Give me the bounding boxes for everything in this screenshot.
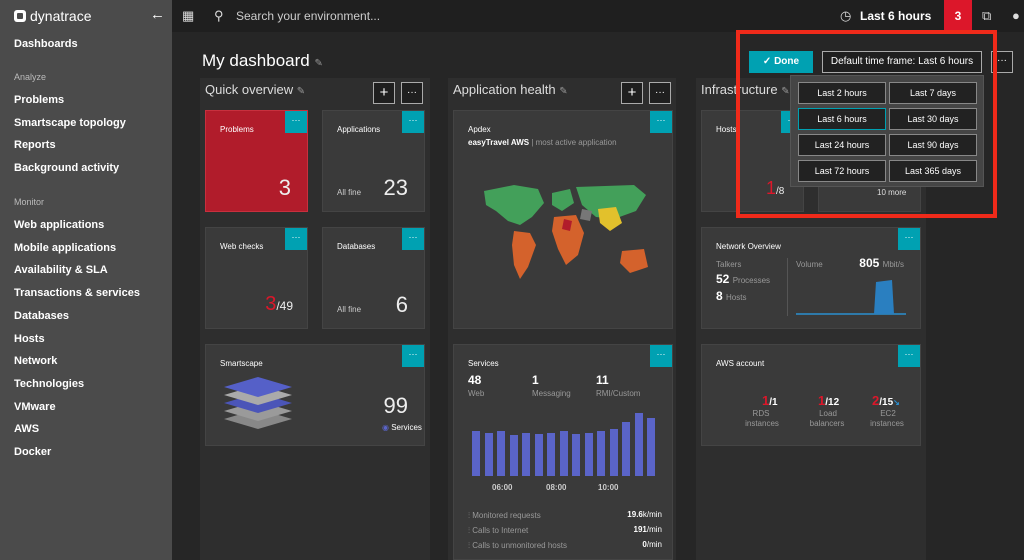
dynatrace-logo[interactable]: dynatrace [14, 8, 91, 24]
sidebar-item-availability[interactable]: Availability & SLA [14, 264, 108, 276]
clock-icon[interactable]: ◷ [840, 8, 851, 24]
services-bar [547, 433, 555, 476]
arrow-down-right-icon: ↘ [893, 398, 900, 407]
tile-menu-button[interactable]: ··· [285, 111, 307, 133]
search-input[interactable]: Search your environment... [236, 9, 380, 23]
sidebar-item-problems[interactable]: Problems [14, 94, 64, 106]
sidebar-section-monitor: Monitor [14, 197, 45, 207]
edit-pencil-icon[interactable]: ✎ [297, 86, 305, 97]
sidebar: dynatrace ← Dashboards Analyze Problems … [0, 0, 172, 560]
tile-menu-button[interactable]: ··· [650, 345, 672, 367]
problems-tile[interactable]: Problems ··· 3 [205, 110, 308, 212]
sidebar-item-dashboards[interactable]: Dashboards [14, 38, 78, 50]
collapse-arrow-icon[interactable]: ← [150, 6, 165, 23]
sidebar-item-mobile-applications[interactable]: Mobile applications [14, 242, 116, 254]
sidebar-item-web-applications[interactable]: Web applications [14, 219, 104, 231]
sidebar-item-background-activity[interactable]: Background activity [14, 162, 119, 174]
tile-menu-button[interactable]: ··· [650, 111, 672, 133]
column-title-application-health: Application health ✎ [453, 82, 568, 97]
add-tile-button[interactable]: + [373, 82, 395, 104]
tile-menu-button[interactable]: ··· [898, 345, 920, 367]
problems-badge[interactable]: 3 [944, 0, 972, 32]
tile-menu-button[interactable]: ··· [402, 111, 424, 133]
aws-tile[interactable]: AWS account ··· 1/1 RDS instances 1/12 L… [701, 344, 921, 446]
top-bar: ▦ ⚲ Search your environment... ◷ Last 6 … [172, 0, 1024, 32]
world-map [484, 185, 648, 279]
databases-tile[interactable]: Databases ··· All fine 6 [322, 227, 425, 329]
web-checks-tile[interactable]: Web checks ··· 3/49 [205, 227, 308, 329]
services-bar [559, 431, 568, 476]
dynatrace-logo-icon [14, 10, 26, 22]
smartscape-tile[interactable]: Smartscape ··· 99 ◉ Services [205, 344, 425, 446]
sidebar-section-analyze: Analyze [14, 72, 47, 82]
services-dot-icon: ◉ [382, 423, 389, 432]
highlight-annotation [736, 30, 997, 218]
divider [787, 258, 788, 316]
tile-menu-button[interactable]: ··· [402, 228, 424, 250]
services-bar [622, 422, 630, 476]
network-tile[interactable]: Network Overview ··· Talkers 52 Processe… [701, 227, 921, 329]
search-icon[interactable]: ⚲ [214, 8, 224, 24]
column-title-quick-overview: Quick overview ✎ [205, 82, 306, 97]
services-bar [609, 429, 618, 476]
sidebar-item-databases[interactable]: Databases [14, 310, 69, 322]
sidebar-item-transactions[interactable]: Transactions & services [14, 287, 140, 299]
services-bar [647, 418, 655, 476]
tile-menu-button[interactable]: ··· [402, 345, 424, 367]
sidebar-item-vmware[interactable]: VMware [14, 401, 56, 413]
sidebar-item-network[interactable]: Network [14, 355, 57, 367]
sidebar-item-smartscape[interactable]: Smartscape topology [14, 117, 126, 129]
sidebar-item-docker[interactable]: Docker [14, 446, 51, 458]
tile-menu-button[interactable]: ··· [285, 228, 307, 250]
applications-tile[interactable]: Applications ··· All fine 23 [322, 110, 425, 212]
edit-pencil-icon[interactable]: ✎ [314, 58, 322, 69]
smartscape-layers-icon [224, 377, 292, 429]
sidebar-item-hosts[interactable]: Hosts [14, 333, 45, 345]
services-bar [597, 431, 605, 476]
services-bar [472, 431, 480, 476]
windows-icon[interactable]: ⧉ [982, 8, 991, 24]
edit-pencil-icon[interactable]: ✎ [559, 86, 567, 97]
monitor-icon[interactable]: ▦ [182, 8, 194, 24]
services-bar [634, 413, 643, 476]
column-more-button[interactable]: ··· [401, 82, 423, 104]
sidebar-item-aws[interactable]: AWS [14, 423, 39, 435]
column-more-button[interactable]: ··· [649, 82, 671, 104]
sidebar-item-technologies[interactable]: Technologies [14, 378, 84, 390]
services-bar [509, 435, 518, 476]
services-bar [484, 433, 493, 476]
sidebar-item-reports[interactable]: Reports [14, 139, 56, 151]
add-tile-button[interactable]: + [621, 82, 643, 104]
network-volume-chart [796, 280, 906, 315]
apdex-tile[interactable]: Apdex ··· easyTravel AWS | most active a… [453, 110, 673, 329]
services-bar [534, 434, 543, 476]
services-bar [572, 434, 580, 476]
services-tile[interactable]: Services ··· 48 Web 1 Messaging 11 RMI/C… [453, 344, 673, 560]
page-title: My dashboard ✎ [202, 51, 323, 70]
services-bar [522, 433, 530, 476]
tile-menu-button[interactable]: ··· [898, 228, 920, 250]
services-bar [497, 431, 505, 476]
services-bar [584, 433, 593, 476]
timeframe-selector[interactable]: Last 6 hours [860, 9, 931, 23]
user-icon[interactable]: ● [1012, 8, 1020, 23]
